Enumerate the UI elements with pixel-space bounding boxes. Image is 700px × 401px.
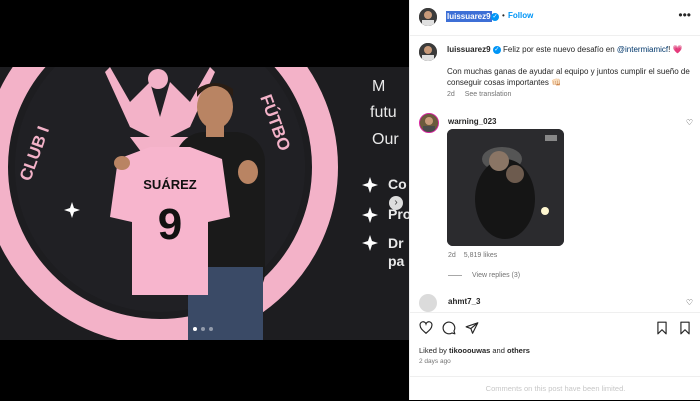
post-side-panel: luissuarez9 ✓ • Follow ••• luissuarez9 ✓… — [409, 0, 700, 400]
wall-text-6: Dr — [388, 235, 404, 251]
author-avatar[interactable] — [419, 8, 437, 26]
chevron-right-icon: › — [394, 197, 398, 208]
liked-by-prefix: Liked by — [419, 346, 450, 355]
verified-icon: ✓ — [491, 13, 499, 21]
view-replies-link[interactable]: View replies (3) — [448, 272, 520, 279]
liked-by-others[interactable]: others — [507, 346, 530, 355]
carousel-dot — [201, 327, 205, 331]
more-options-icon[interactable]: ••• — [678, 8, 691, 22]
jersey-name: SUÁREZ — [143, 177, 197, 192]
separator-dot: • — [502, 11, 505, 20]
jersey-number: 9 — [158, 200, 182, 249]
caption-age: 2d — [447, 91, 455, 98]
caption-text-end: ! 💗 — [668, 45, 683, 54]
post-media: CLUB I FÚTBO M futu Our Co Pro Dr pa SUÁ… — [0, 0, 409, 400]
action-bar — [410, 312, 700, 343]
comment: ahmt7_3 ♡ — [410, 293, 700, 313]
like-comment-icon[interactable]: ♡ — [686, 118, 693, 127]
bookmark-icon[interactable] — [655, 321, 669, 335]
comment-icon[interactable] — [442, 321, 456, 335]
carousel-dot — [209, 327, 213, 331]
caption-body: Con muchas ganas de ayudar al equipo y j… — [447, 67, 690, 87]
follow-button[interactable]: Follow — [508, 11, 533, 20]
caption-meta: 2d See translation — [447, 91, 511, 98]
share-icon[interactable] — [465, 321, 479, 335]
comment-age: 2d — [448, 252, 456, 259]
caption-username[interactable]: luissuarez9 — [447, 45, 491, 54]
liked-by-user[interactable]: tikooouwas — [449, 346, 490, 355]
caption-avatar[interactable] — [419, 43, 437, 61]
liked-by: Liked by tikooouwas and others — [419, 346, 530, 355]
verified-icon: ✓ — [492, 45, 501, 54]
carousel-dot — [193, 327, 197, 331]
like-comment-icon[interactable]: ♡ — [686, 298, 693, 307]
post-header: luissuarez9 ✓ • Follow ••• — [410, 0, 700, 36]
carousel-dots — [193, 327, 213, 331]
caption-mention[interactable]: @intermiamicf — [617, 45, 668, 54]
post-photo[interactable]: CLUB I FÚTBO M futu Our Co Pro Dr pa SUÁ… — [0, 67, 409, 340]
heart-icon[interactable] — [419, 321, 433, 335]
post-time: 2 days ago — [419, 358, 451, 365]
see-translation-link[interactable]: See translation — [465, 91, 512, 98]
carousel-next-button[interactable]: › — [389, 196, 403, 210]
comment-image[interactable] — [447, 129, 564, 246]
wall-text-7: pa — [388, 253, 405, 269]
view-replies-label: View replies (3) — [472, 272, 521, 279]
wall-text-4: Co — [388, 176, 407, 192]
wall-text-3: Our — [372, 131, 399, 148]
comment-likes[interactable]: 5,819 likes — [464, 252, 497, 259]
caption-headline: luissuarez9 ✓ Feliz por este nuevo desaf… — [447, 45, 683, 54]
author-username[interactable]: luissuarez9 — [446, 11, 492, 22]
wall-text-1: M — [372, 78, 385, 95]
photo-illustration: CLUB I FÚTBO M futu Our Co Pro Dr pa SUÁ… — [0, 67, 409, 340]
liked-by-middle: and — [490, 346, 507, 355]
commenter-avatar[interactable] — [419, 294, 437, 312]
wall-text-2: futu — [370, 104, 397, 121]
comments-limited-notice: Comments on this post have been limited. — [410, 376, 700, 401]
commenter-username[interactable]: warning_023 — [448, 117, 496, 126]
bookmark-outline-icon[interactable] — [678, 321, 692, 335]
comment-meta: 2d 5,819 likes — [448, 252, 503, 259]
commenter-username[interactable]: ahmt7_3 — [448, 297, 480, 306]
caption-text: Feliz por este nuevo desafío en — [503, 45, 617, 54]
commenter-avatar[interactable] — [419, 113, 439, 133]
replies-divider — [448, 274, 462, 276]
